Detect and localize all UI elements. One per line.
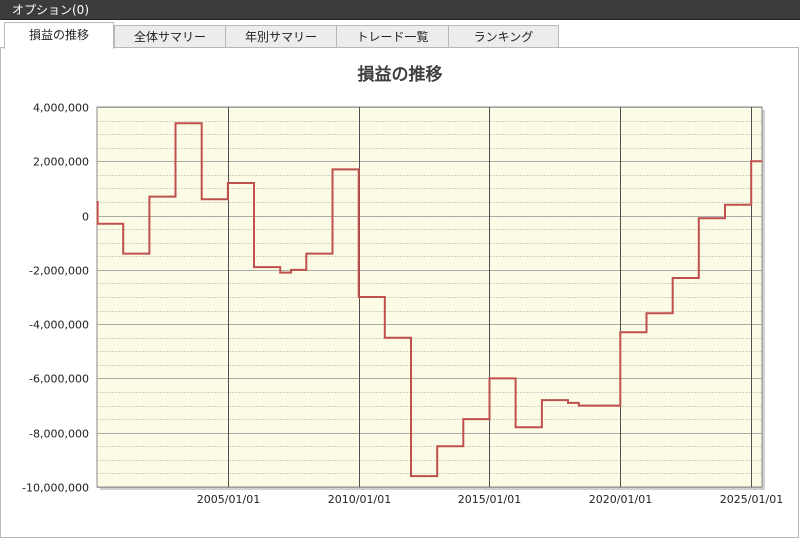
data-point bbox=[305, 252, 308, 255]
data-point bbox=[357, 296, 360, 298]
data-point bbox=[578, 404, 580, 407]
data-point bbox=[384, 336, 386, 339]
data-point bbox=[750, 160, 752, 163]
tab-pnl-trend[interactable]: 損益の推移 bbox=[4, 22, 114, 49]
data-point bbox=[174, 122, 177, 125]
data-point bbox=[698, 217, 700, 220]
data-point bbox=[761, 160, 763, 163]
y-tick-label: 4,000,000 bbox=[33, 102, 89, 115]
y-tick-label: -8,000,000 bbox=[29, 428, 89, 441]
data-point bbox=[253, 266, 255, 268]
x-tick-label: 2025/01/01 bbox=[720, 493, 783, 506]
y-tick-label: -6,000,000 bbox=[29, 373, 89, 386]
data-point bbox=[410, 475, 412, 477]
y-tick-label: 0 bbox=[82, 211, 89, 224]
x-tick-label: 2005/01/01 bbox=[197, 493, 260, 506]
pnl-line-chart: 4,000,000 2,000,000 0 -2,000,000 -4,000,000 -… bbox=[22, 102, 783, 507]
data-point bbox=[148, 195, 151, 198]
data-point bbox=[96, 201, 98, 203]
data-point bbox=[541, 399, 543, 401]
plot-area bbox=[96, 106, 763, 488]
data-point bbox=[462, 418, 465, 420]
data-point bbox=[96, 222, 99, 225]
x-tick-label: 2020/01/01 bbox=[589, 493, 652, 506]
data-point bbox=[227, 182, 229, 184]
data-point bbox=[436, 445, 439, 448]
data-point bbox=[724, 203, 726, 206]
y-tick-label: -4,000,000 bbox=[29, 319, 89, 332]
data-point bbox=[593, 404, 595, 407]
data-point bbox=[279, 271, 282, 274]
y-tick-label: 2,000,000 bbox=[33, 156, 89, 169]
x-tick-label: 2015/01/01 bbox=[458, 493, 521, 506]
data-point bbox=[290, 269, 292, 271]
y-tick-label: -2,000,000 bbox=[29, 265, 89, 278]
data-point bbox=[122, 252, 124, 255]
data-point bbox=[331, 168, 334, 171]
data-point bbox=[488, 377, 491, 380]
data-point bbox=[619, 331, 622, 334]
data-point bbox=[514, 426, 517, 429]
y-tick-label: -10,000,000 bbox=[22, 482, 89, 495]
data-point bbox=[567, 402, 569, 404]
data-point bbox=[200, 198, 203, 201]
data-point bbox=[671, 277, 674, 279]
data-point bbox=[645, 312, 648, 315]
x-tick-label: 2010/01/01 bbox=[328, 493, 391, 506]
